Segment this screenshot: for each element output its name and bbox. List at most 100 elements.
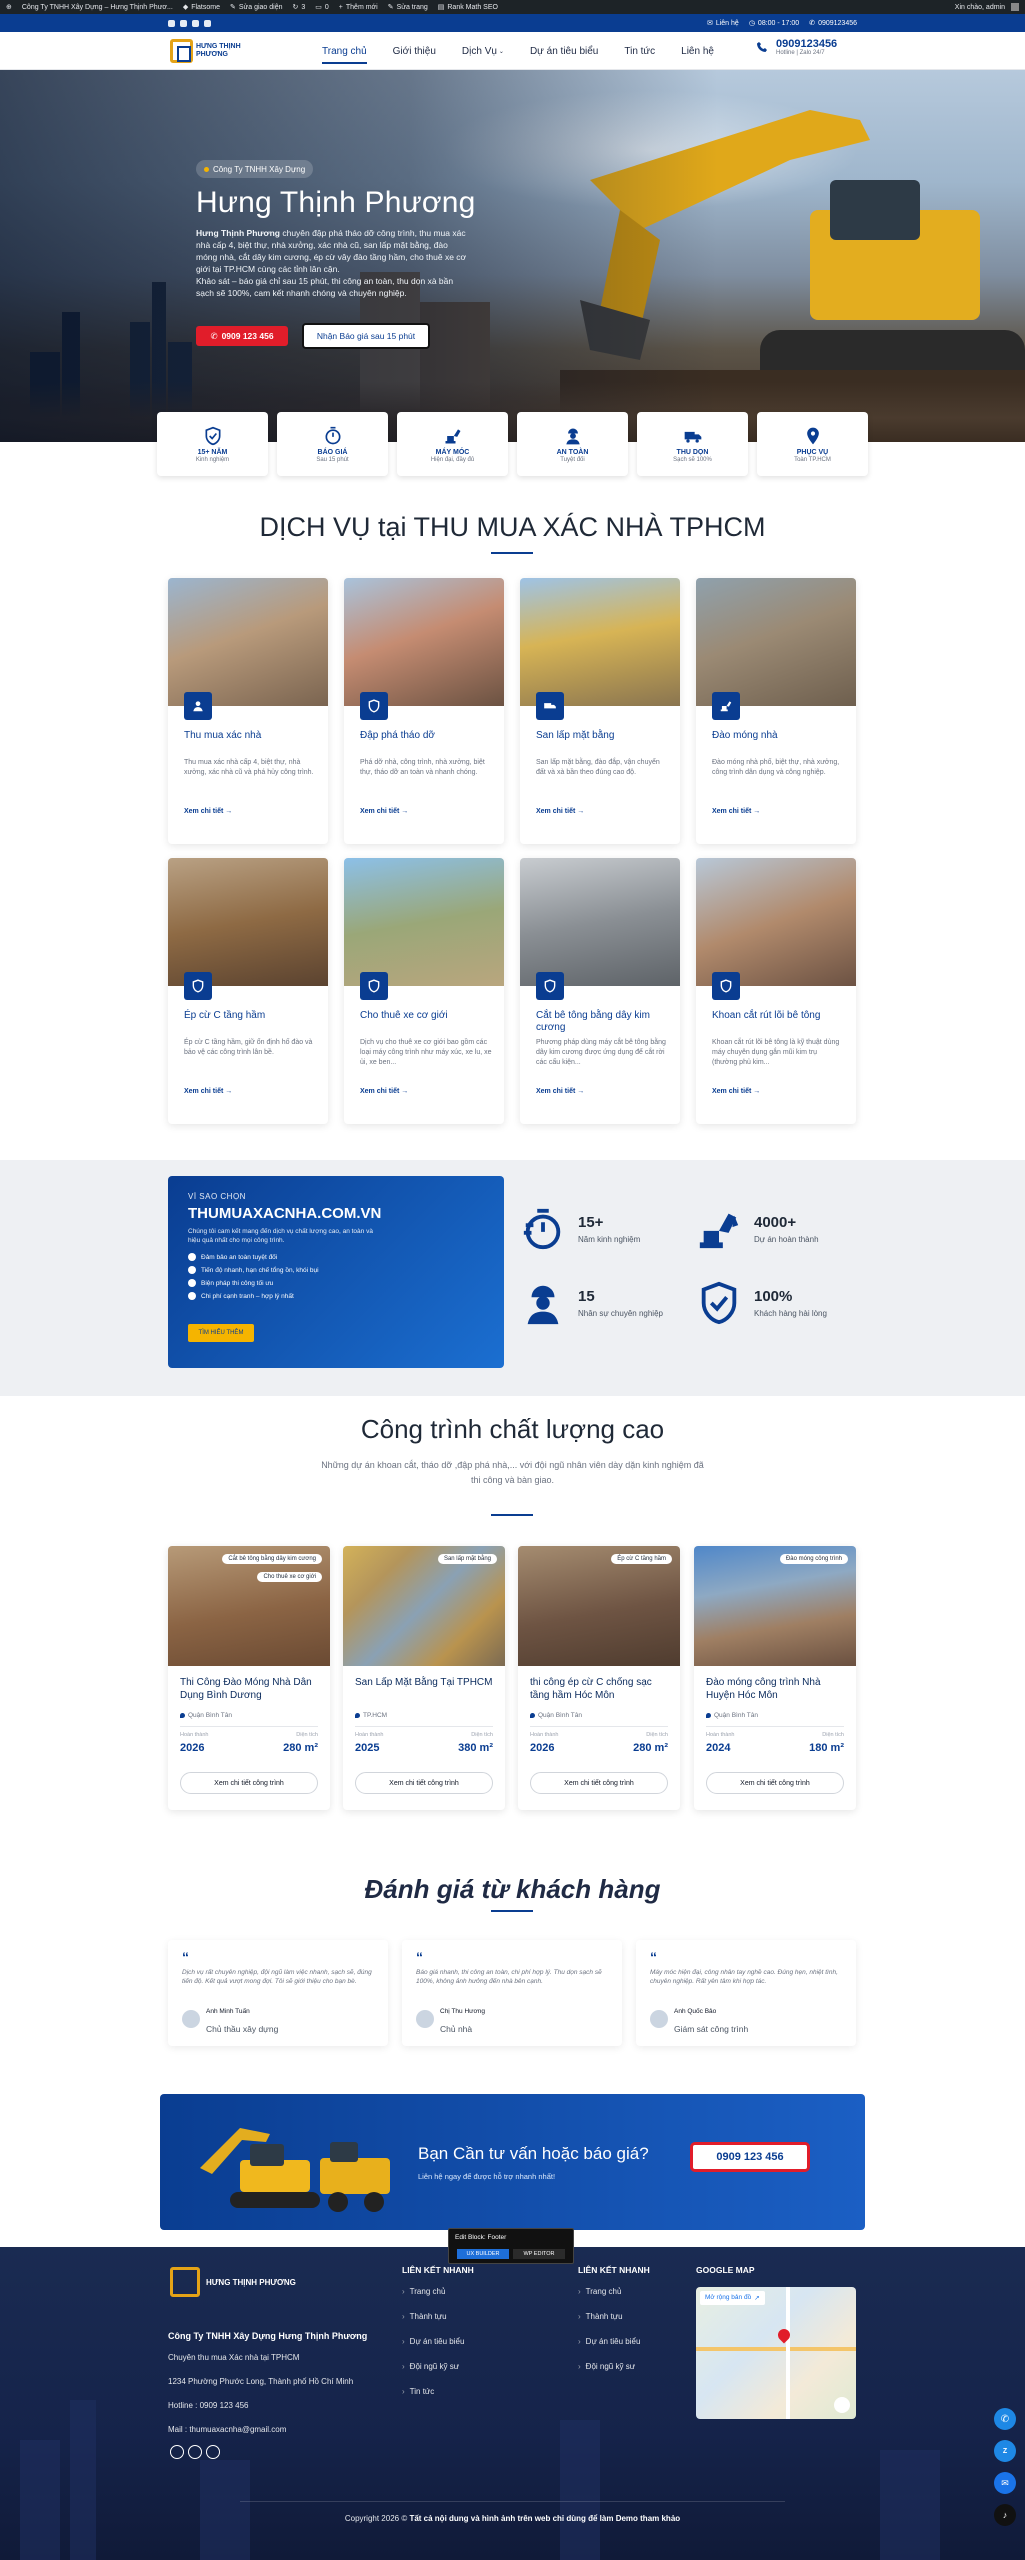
admin-new-link[interactable]: + Thêm mới — [339, 4, 378, 11]
footer-link[interactable]: › Thành tựu — [402, 2312, 474, 2321]
admin-edit-page-link[interactable]: ✎ Sửa trang — [388, 3, 428, 12]
nav-item-news[interactable]: Tin tức — [624, 32, 655, 70]
footer-link[interactable]: › Trang chủ — [578, 2287, 650, 2296]
facebook-icon[interactable] — [168, 19, 175, 27]
footer-skyline — [70, 2400, 96, 2560]
plus-icon: + — [338, 3, 343, 11]
instagram-icon[interactable] — [180, 19, 187, 27]
feature-sub: Sau 15 phút — [316, 456, 349, 463]
top-phone-link[interactable]: ✆ 0909123456 — [809, 19, 857, 28]
service-more-link[interactable]: Xem chi tiết → — [360, 808, 408, 815]
footer-link[interactable]: › Trang chủ — [402, 2287, 474, 2296]
footer-link[interactable]: › Dự án tiêu biểu — [578, 2337, 650, 2346]
review-card: “ Báo giá nhanh, thi công an toàn, chi p… — [402, 1940, 622, 2046]
service-card[interactable]: Đập phá tháo dỡ Phá dỡ nhà, công trình, … — [344, 578, 504, 844]
service-image — [344, 858, 504, 986]
service-card[interactable]: Cho thuê xe cơ giới Dịch vụ cho thuê xe … — [344, 858, 504, 1124]
admin-greeting[interactable]: Xin chào, admin — [955, 3, 1019, 11]
service-text: San lấp mặt bằng, đào đắp, vận chuyển đấ… — [536, 759, 660, 776]
admin-edit-ui-link[interactable]: ✎ Sửa giao diện — [230, 3, 282, 12]
footer-link[interactable]: › Tin tức — [402, 2387, 474, 2396]
footer-link[interactable]: › Đội ngũ kỹ sư — [402, 2362, 474, 2371]
header-hotline[interactable]: 0909123456 Hotline | Zalo 24/7 — [756, 38, 837, 56]
service-card[interactable]: Khoan cắt rút lõi bê tông Khoan cắt rút … — [696, 858, 856, 1124]
check-icon — [188, 1279, 196, 1287]
service-card[interactable]: Ép cừ C tầng hầm Ép cừ C tầng hầm, giữ ổ… — [168, 858, 328, 1124]
project-card[interactable]: San lấp mặt bằng San Lấp Mặt Bằng Tại TP… — [343, 1546, 505, 1810]
project-detail-button[interactable]: Xem chi tiết công trình — [180, 1772, 318, 1794]
service-card[interactable]: Đào móng nhà Đào móng nhà phố, biệt thự,… — [696, 578, 856, 844]
nav-item-contact[interactable]: Liên hệ — [681, 32, 714, 70]
service-more-link[interactable]: Xem chi tiết → — [712, 808, 760, 815]
learn-more-button[interactable]: TÌM HIỂU THÊM — [188, 1324, 254, 1342]
hero-quote-button[interactable]: Nhận Báo giá sau 15 phút — [302, 323, 430, 349]
project-card[interactable]: Cắt bê tông bằng dây kim cương Cho thuê … — [168, 1546, 330, 1810]
chart-icon: ▤ — [437, 4, 445, 11]
project-detail-button[interactable]: Xem chi tiết công trình — [355, 1772, 493, 1794]
hero-call-button[interactable]: ✆ 0909 123 456 — [196, 326, 288, 346]
footer-hotline[interactable]: Hotline : 0909 123 456 — [168, 2401, 249, 2410]
footer-mail[interactable]: Mail : thumuaxacnha@gmail.com — [168, 2425, 286, 2434]
admin-site-link[interactable]: Công Ty TNHH Xây Dựng – Hưng Thịnh Phươ.… — [22, 4, 173, 11]
email-icon[interactable] — [204, 19, 211, 27]
nav-item-projects[interactable]: Dự án tiêu biểu — [530, 32, 598, 70]
service-card[interactable]: Cắt bê tông bằng dây kim cương Phương ph… — [520, 858, 680, 1124]
admin-flatsome-link[interactable]: ◆ Flatsome — [183, 3, 220, 12]
project-card[interactable]: Ép cừ C tầng hầm thi công ép cừ C chống … — [518, 1546, 680, 1810]
footer-link[interactable]: › Thành tựu — [578, 2312, 650, 2321]
hotline-sub: Hotline | Zalo 24/7 — [776, 50, 825, 56]
map-zoom-control[interactable] — [834, 2397, 850, 2413]
email-icon[interactable] — [188, 2445, 202, 2459]
nav-item-about[interactable]: Giới thiệu — [393, 32, 436, 70]
hero-desc-bold: Hưng Thịnh Phương — [196, 228, 280, 238]
footer-link[interactable]: › Đội ngũ kỹ sư — [578, 2362, 650, 2371]
nav-item-services[interactable]: Dịch Vụ ⌄ — [462, 32, 504, 70]
service-more-link[interactable]: Xem chi tiết → — [184, 808, 232, 815]
map-expand-link[interactable]: Mở rộng bản đồ ↗ — [700, 2291, 765, 2305]
chevron-right-icon: › — [578, 2362, 581, 2371]
cta-call-button[interactable]: 0909 123 456 — [690, 2142, 810, 2172]
stat-item: 100% Khách hàng hài lòng — [696, 1280, 827, 1326]
project-year: 2026 — [180, 1742, 205, 1754]
floating-tiktok-button[interactable]: ♪ — [994, 2504, 1016, 2526]
floating-messenger-button[interactable]: ✉ — [994, 2472, 1016, 2494]
ux-builder-button[interactable]: UX BUILDER — [457, 2249, 509, 2259]
reviews-title: Đánh giá từ khách hàng — [364, 1874, 661, 1904]
project-card[interactable]: Đào móng công trình Đào móng công trình … — [694, 1546, 856, 1810]
service-more-link[interactable]: Xem chi tiết → — [712, 1088, 760, 1095]
tiktok-icon[interactable] — [170, 2445, 184, 2459]
google-map[interactable]: Mở rộng bản đồ ↗ — [696, 2287, 856, 2419]
service-card[interactable]: San lấp mặt bằng San lấp mặt bằng, đào đ… — [520, 578, 680, 844]
feature-title: THU DỌN — [676, 448, 709, 456]
twitter-icon[interactable] — [192, 19, 199, 27]
link-icon[interactable] — [206, 2445, 220, 2459]
service-card[interactable]: Thu mua xác nhà Thu mua xác nhà cấp 4, b… — [168, 578, 328, 844]
label-area: Diện tích — [471, 1732, 493, 1738]
divider — [355, 1726, 493, 1727]
service-more-link[interactable]: Xem chi tiết → — [360, 1088, 408, 1095]
wp-editor-button[interactable]: WP EDITOR — [513, 2249, 565, 2259]
wp-logo-icon[interactable]: ⊕ — [6, 3, 12, 11]
admin-updates-link[interactable]: ↻ 3 — [292, 3, 305, 12]
service-more-link[interactable]: Xem chi tiết → — [536, 808, 584, 815]
footer-logo[interactable]: HƯNG THỊNH PHƯƠNG — [170, 2267, 296, 2297]
service-more-link[interactable]: Xem chi tiết → — [536, 1088, 584, 1095]
service-image — [168, 858, 328, 986]
services-title: DỊCH VỤ tại THU MUA XÁC NHÀ TPHCM — [259, 512, 766, 542]
service-more-link[interactable]: Xem chi tiết → — [184, 1088, 232, 1095]
envelope-icon: ✉ — [706, 20, 713, 27]
project-detail-button[interactable]: Xem chi tiết công trình — [530, 1772, 668, 1794]
site-logo[interactable]: HƯNG THỊNH PHƯƠNG — [170, 36, 270, 66]
admin-rankmath-link[interactable]: ▤ Rank Math SEO — [437, 3, 498, 12]
floating-zalo-button[interactable]: Z — [994, 2440, 1016, 2462]
project-detail-button[interactable]: Xem chi tiết công trình — [706, 1772, 844, 1794]
admin-comments-link[interactable]: ▭ 0 — [315, 3, 329, 12]
service-text: Phương pháp dùng máy cắt bê tông bằng dâ… — [536, 1039, 666, 1066]
map-pin-icon — [530, 1713, 535, 1718]
service-text: Phá dỡ nhà, công trình, nhà xưởng, biệt … — [360, 759, 485, 776]
footer-link[interactable]: › Dự án tiêu biểu — [402, 2337, 474, 2346]
nav-item-home[interactable]: Trang chủ — [322, 32, 367, 70]
top-contact-link[interactable]: ✉ Liên hệ — [706, 19, 739, 28]
floating-phone-button[interactable]: ✆ — [994, 2408, 1016, 2430]
service-title: Khoan cắt rút lõi bê tông — [712, 1010, 821, 1021]
